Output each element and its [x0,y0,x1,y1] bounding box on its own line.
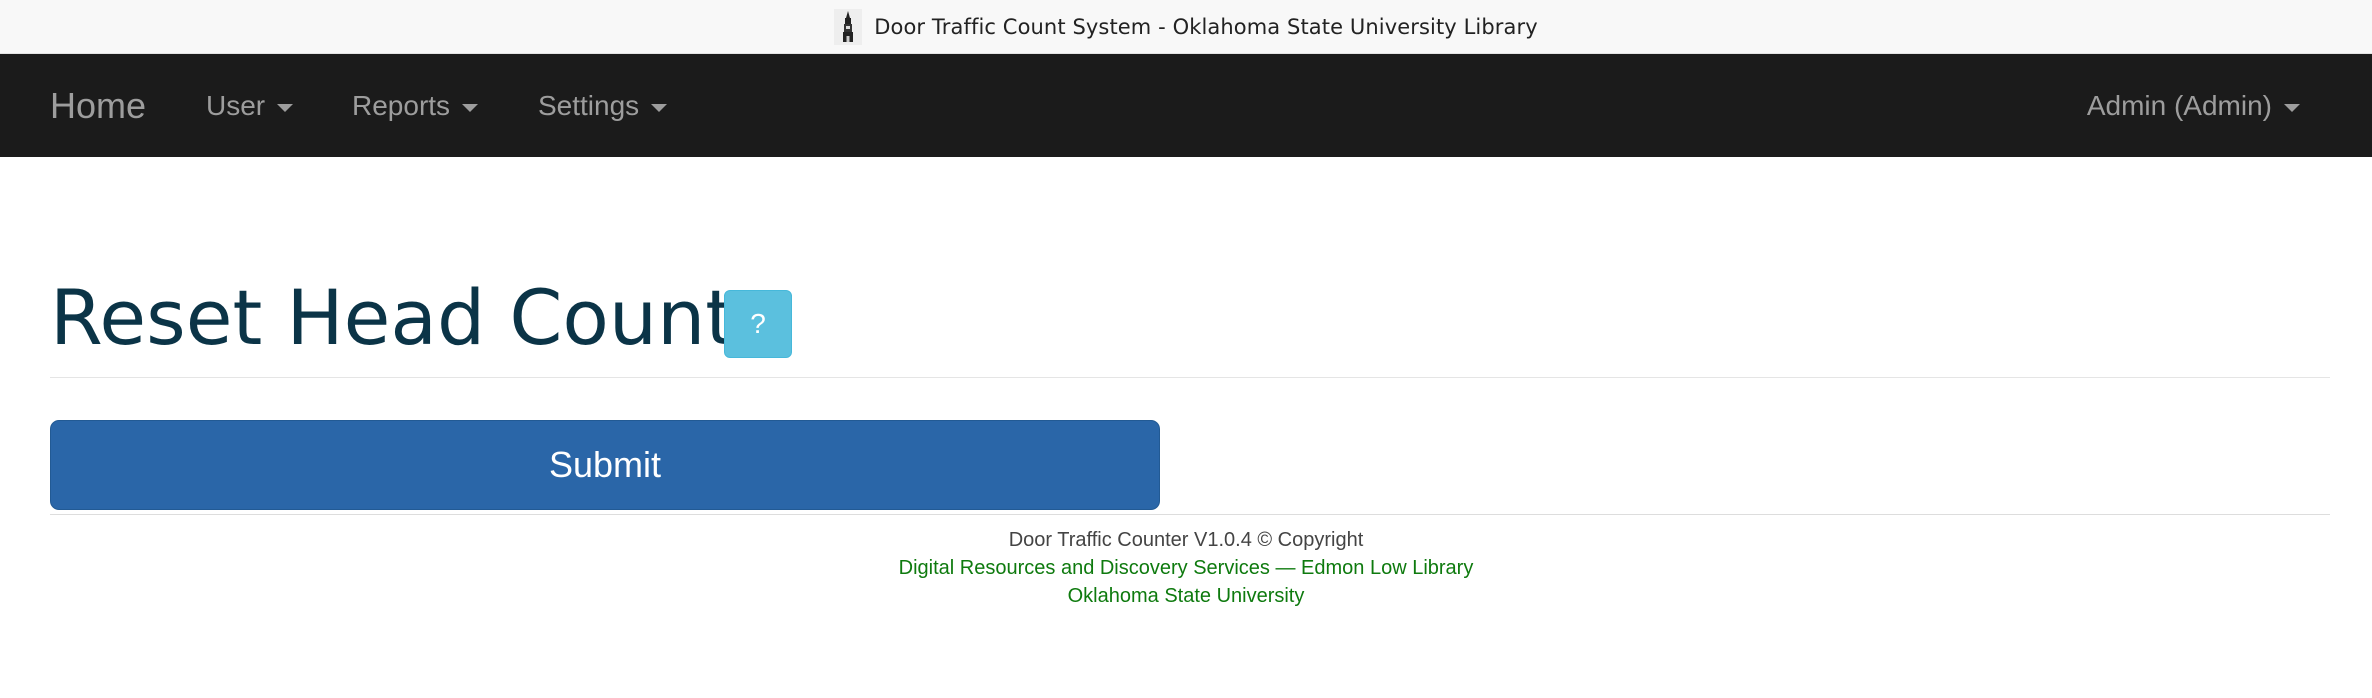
submit-button[interactable]: Submit [50,420,1160,510]
nav-user-label: User [206,89,266,121]
page-header: Reset Head Count ? [50,270,2330,378]
site-title: Door Traffic Count System - Oklahoma Sta… [874,14,1538,39]
caret-down-icon [2284,103,2300,112]
nav-dropdown-account[interactable]: Admin (Admin) [2087,90,2300,122]
top-title-bar: Door Traffic Count System - Oklahoma Sta… [0,0,2372,54]
nav-dropdown-settings[interactable]: Settings [538,89,668,122]
footer-copyright: Door Traffic Counter V1.0.4 © Copyright [1008,529,1364,551]
nav-home-link[interactable]: Home [50,85,146,127]
caret-down-icon [651,103,668,112]
title-bar-content: Door Traffic Count System - Oklahoma Sta… [834,8,1538,45]
footer-divider [50,514,2330,515]
nav-account-label: Admin (Admin) [2086,89,2272,121]
nav-settings-label: Settings [538,89,640,121]
page-title: Reset Head Count [50,273,736,362]
nav-dropdown-user[interactable]: User [206,89,294,122]
caret-down-icon [462,103,479,112]
main-navbar: Home User Reports Settings Admin (Admin) [0,54,2372,157]
nav-dropdown-reports[interactable]: Reports [352,89,479,122]
library-tower-icon [834,8,863,45]
caret-down-icon [277,103,294,112]
page-footer: Door Traffic Counter V1.0.4 © Copyright … [0,526,2372,610]
footer-department-link[interactable]: Digital Resources and Discovery Services… [0,554,2372,582]
help-button[interactable]: ? [724,290,792,358]
nav-reports-label: Reports [352,89,451,121]
footer-university-link[interactable]: Oklahoma State University [0,582,2372,610]
